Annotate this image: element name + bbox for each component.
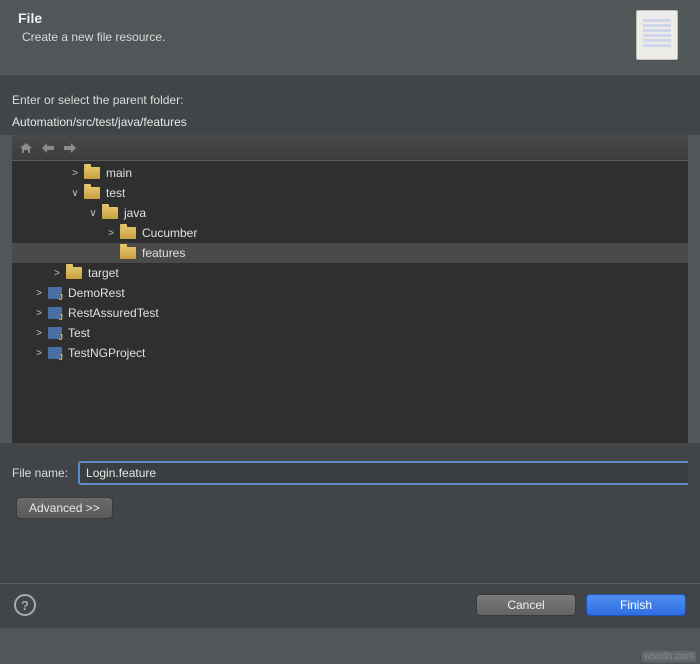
- parent-folder-section: Enter or select the parent folder:: [0, 74, 700, 135]
- tree-body[interactable]: >main∨test∨java>Cucumberfeatures>target>…: [12, 161, 688, 443]
- tree-item-label: java: [124, 206, 146, 220]
- file-icon: [636, 10, 678, 60]
- tree-item-label: features: [142, 246, 185, 260]
- finish-button[interactable]: Finish: [586, 594, 686, 616]
- home-icon[interactable]: [18, 140, 34, 156]
- folder-icon: [84, 167, 100, 179]
- tree-row[interactable]: > target: [12, 263, 688, 283]
- tree-row[interactable]: > RestAssuredTest: [12, 303, 688, 323]
- tree-row[interactable]: > TestNGProject: [12, 343, 688, 363]
- tree-toolbar: [12, 135, 688, 161]
- twisty-icon[interactable]: >: [34, 308, 44, 319]
- dialog-subtitle: Create a new file resource.: [22, 30, 636, 44]
- watermark: wsxdn.com: [642, 651, 696, 662]
- folder-icon: [120, 247, 136, 259]
- project-icon: [48, 327, 62, 339]
- tree-item-label: Cucumber: [142, 226, 197, 240]
- dialog-header: File Create a new file resource.: [0, 0, 700, 74]
- twisty-icon[interactable]: >: [34, 328, 44, 339]
- tree-item-label: RestAssuredTest: [68, 306, 159, 320]
- tree-row[interactable]: > DemoRest: [12, 283, 688, 303]
- forward-arrow-icon[interactable]: [62, 140, 78, 156]
- filename-input[interactable]: [78, 461, 688, 485]
- twisty-icon[interactable]: ∨: [88, 208, 98, 219]
- tree-row[interactable]: features: [12, 243, 688, 263]
- parent-folder-input[interactable]: [12, 113, 688, 131]
- cancel-button[interactable]: Cancel: [476, 594, 576, 616]
- tree-item-label: TestNGProject: [68, 346, 145, 360]
- folder-icon: [120, 227, 136, 239]
- parent-folder-label: Enter or select the parent folder:: [12, 93, 688, 107]
- tree-row[interactable]: > Cucumber: [12, 223, 688, 243]
- project-icon: [48, 347, 62, 359]
- project-icon: [48, 307, 62, 319]
- twisty-icon[interactable]: >: [34, 288, 44, 299]
- folder-icon: [66, 267, 82, 279]
- help-icon[interactable]: ?: [14, 594, 36, 616]
- tree-item-label: test: [106, 186, 125, 200]
- project-icon: [48, 287, 62, 299]
- twisty-icon[interactable]: >: [34, 348, 44, 359]
- tree-row[interactable]: ∨ test: [12, 183, 688, 203]
- twisty-icon[interactable]: >: [106, 228, 116, 239]
- filename-label: File name:: [12, 466, 68, 480]
- dialog-title: File: [18, 10, 636, 26]
- advanced-button[interactable]: Advanced >>: [16, 497, 113, 519]
- spacer: [0, 527, 700, 583]
- tree-row[interactable]: > main: [12, 163, 688, 183]
- advanced-section: Advanced >>: [0, 497, 700, 527]
- folder-icon: [102, 207, 118, 219]
- tree-item-label: main: [106, 166, 132, 180]
- twisty-icon[interactable]: >: [70, 168, 80, 179]
- tree-item-label: DemoRest: [68, 286, 125, 300]
- dialog-footer: ? Cancel Finish: [0, 583, 700, 628]
- tree-row[interactable]: > Test: [12, 323, 688, 343]
- twisty-icon[interactable]: >: [52, 268, 62, 279]
- filename-section: File name:: [0, 443, 700, 497]
- folder-tree: >main∨test∨java>Cucumberfeatures>target>…: [12, 135, 688, 443]
- folder-icon: [84, 187, 100, 199]
- tree-item-label: target: [88, 266, 119, 280]
- tree-item-label: Test: [68, 326, 90, 340]
- tree-row[interactable]: ∨ java: [12, 203, 688, 223]
- back-arrow-icon[interactable]: [40, 140, 56, 156]
- twisty-icon[interactable]: ∨: [70, 188, 80, 199]
